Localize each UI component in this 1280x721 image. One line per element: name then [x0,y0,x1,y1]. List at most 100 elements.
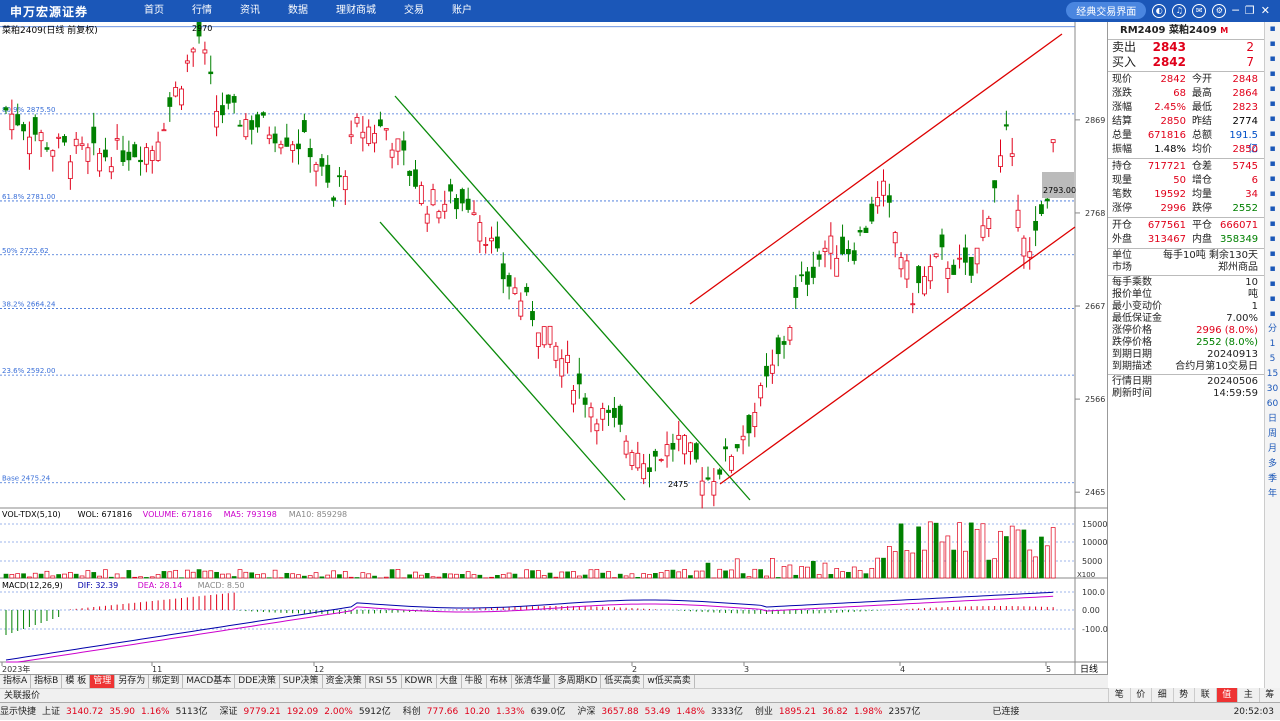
period-30[interactable]: 30 [1265,382,1280,397]
indicator-tab[interactable]: 指标A [0,675,31,688]
tool-icon[interactable]: ▪ [1265,292,1280,307]
indicator-tab[interactable]: 大盘 [437,675,462,688]
menu-news[interactable]: 资讯 [226,0,274,22]
period-年[interactable]: 年 [1265,487,1280,502]
period-季[interactable]: 季 [1265,472,1280,487]
quote-row: 振幅1.48%均价2850 [1108,143,1264,157]
minimize-icon[interactable]: ─ [1232,4,1239,17]
candle-body [396,139,400,151]
right-tab[interactable]: 细 [1151,688,1173,702]
close-icon[interactable]: ✕ [1261,4,1270,17]
theme-icon[interactable]: ◐ [1152,4,1166,18]
tool-icon[interactable]: ▪ [1265,247,1280,262]
indicator-tab[interactable]: KDWR [402,675,437,688]
chart-svg[interactable]: 2869276826672566246580.9% 2875.5061.8% 2… [0,22,1108,674]
indicator-tab[interactable]: 低买高卖 [601,675,644,688]
indicator-tab[interactable]: 另存为 [115,675,149,688]
indicator-tab[interactable]: 绑定到 [149,675,183,688]
period-日[interactable]: 日 [1265,412,1280,427]
index-quote[interactable]: 深证9779.21192.092.00%5912亿 [220,703,397,720]
tool-icon[interactable]: ▪ [1265,202,1280,217]
tool-icon[interactable]: ▪ [1265,232,1280,247]
period-周[interactable]: 周 [1265,427,1280,442]
tool-icon[interactable]: ▪ [1265,217,1280,232]
indicator-tab[interactable]: 牛股 [462,675,487,688]
tool-icon[interactable]: ▪ [1265,127,1280,142]
volume-bar [1016,530,1020,578]
mail-icon[interactable]: ✉ [1192,4,1206,18]
sell-row: 卖出28432 [1108,40,1264,55]
tool-icon[interactable]: ▪ [1265,172,1280,187]
quick-quote-bar[interactable]: 关联报价 [0,688,1108,702]
indicator-tab[interactable]: 张清华量 [512,675,555,688]
tool-icon[interactable]: ▪ [1265,82,1280,97]
right-tab[interactable]: 价 [1130,688,1152,702]
right-tab[interactable]: 联 [1194,688,1216,702]
volume-bar [337,575,341,578]
tool-icon[interactable]: ▪ [1265,262,1280,277]
tool-icon[interactable]: ▪ [1265,112,1280,127]
indicator-tab[interactable]: 布林 [487,675,512,688]
index-quote[interactable]: 上证3140.7235.901.16%5113亿 [42,703,214,720]
period-分[interactable]: 分 [1265,322,1280,337]
buy-row: 买入28427 [1108,55,1264,70]
tool-icon[interactable]: ▪ [1265,307,1280,322]
menu-wealth[interactable]: 理财商城 [322,0,390,22]
volume-bar [577,576,581,578]
period-60[interactable]: 60 [1265,397,1280,412]
tool-icon[interactable]: ▪ [1265,277,1280,292]
tool-icon[interactable]: ▪ [1265,142,1280,157]
tool-icon[interactable]: ▪ [1265,67,1280,82]
right-tab[interactable]: 主 [1237,688,1259,702]
tool-icon[interactable]: ▪ [1265,97,1280,112]
indicator-tab[interactable]: 多周期KD [555,675,602,688]
indicator-tab[interactable]: w低买高卖 [644,675,694,688]
indicator-tab[interactable]: 管理 [90,675,115,688]
volume-bar [244,572,248,578]
index-quote[interactable]: 沪深3657.8853.491.48%3333亿 [577,703,749,720]
indicator-tab[interactable]: RSI 55 [366,675,402,688]
right-tab[interactable]: 笔 [1108,688,1130,702]
indicator-tab[interactable]: SUP决策 [280,675,323,688]
candle-body [63,136,67,142]
tool-icon[interactable]: ▪ [1265,187,1280,202]
gear-icon[interactable]: ⚙ [1212,4,1226,18]
candle-body [367,127,371,143]
classic-trade-button[interactable]: 经典交易界面 [1066,2,1146,19]
right-tab[interactable]: 筹 [1259,688,1280,702]
candle-body [261,113,265,116]
candle-body [1034,221,1038,230]
period-5[interactable]: 5 [1265,352,1280,367]
menu-home[interactable]: 首页 [130,0,178,22]
indicator-tab[interactable]: 指标B [31,675,62,688]
tool-icon[interactable]: ▪ [1265,22,1280,37]
index-quote[interactable]: 科创777.6610.201.33%639.0亿 [403,703,572,720]
period-1[interactable]: 1 [1265,337,1280,352]
menu-market[interactable]: 行情 [178,0,226,22]
period-月[interactable]: 月 [1265,442,1280,457]
indicator-tab[interactable]: MACD基本 [183,675,235,688]
menu-trade[interactable]: 交易 [390,0,438,22]
volume-bar [256,574,260,578]
period-多[interactable]: 多 [1265,457,1280,472]
period-15[interactable]: 15 [1265,367,1280,382]
quick-quote-label[interactable]: 关联报价 [4,691,40,701]
tool-icon[interactable]: ▪ [1265,52,1280,67]
fib-label: 61.8% 2781.00 [2,193,55,201]
right-tab[interactable]: 势 [1173,688,1195,702]
menu-account[interactable]: 账户 [438,0,486,22]
restore-icon[interactable]: ❐ [1245,4,1255,17]
menu-data[interactable]: 数据 [274,0,322,22]
kline-chart-area[interactable]: 菜粕2409(日线 前复权) 2869276826672566246580.9%… [0,22,1108,674]
tool-icon[interactable]: ▪ [1265,157,1280,172]
volume-bar [770,558,774,578]
index-quote[interactable]: 创业1895.2136.821.98%2357亿 [755,703,927,720]
tool-icon[interactable]: ▪ [1265,37,1280,52]
volume-bar [80,576,84,578]
show-shortcut[interactable]: 显示快捷 [0,703,36,720]
headset-icon[interactable]: ♫ [1172,4,1186,18]
indicator-tab[interactable]: 模 板 [62,675,90,688]
indicator-tab[interactable]: DDE决策 [235,675,280,688]
indicator-tab[interactable]: 资金决策 [323,675,366,688]
right-tab[interactable]: 值 [1216,688,1238,702]
